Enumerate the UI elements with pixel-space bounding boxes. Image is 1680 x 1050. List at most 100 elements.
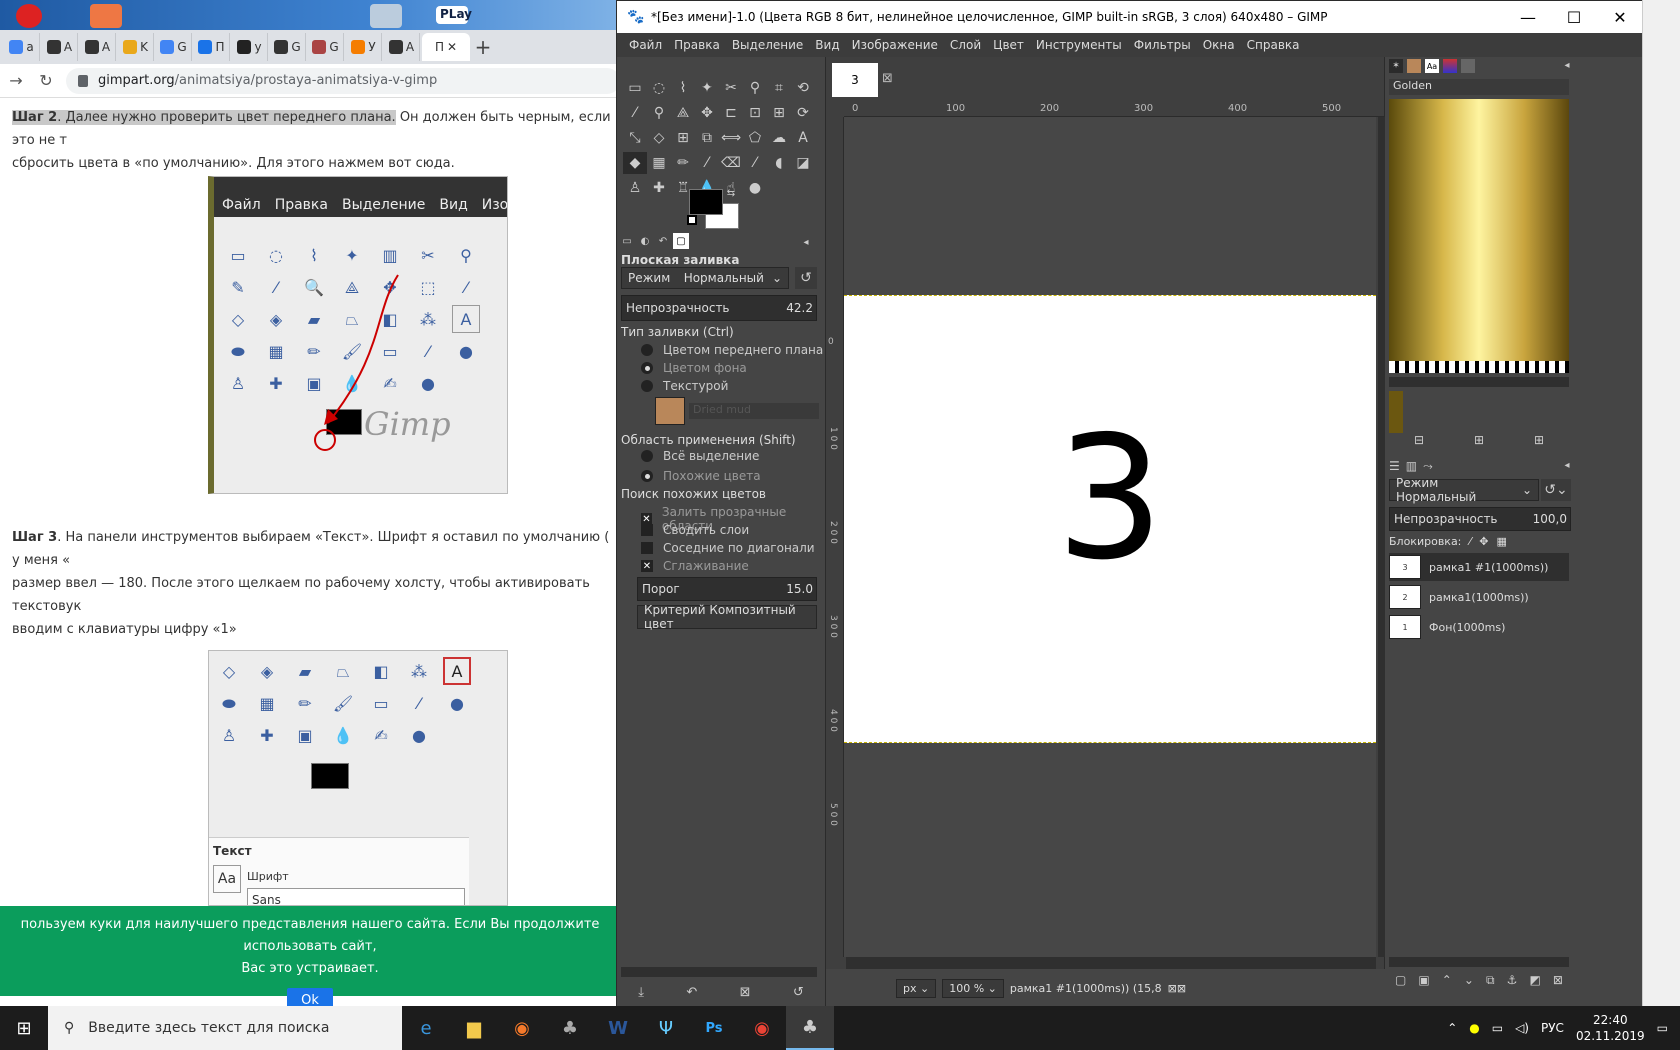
undo-history-icon[interactable]: ↶ [655,233,671,249]
panel-menu-icon[interactable]: ◂ [1561,59,1573,71]
foreground-select-icon[interactable]: ⚲ [743,77,767,99]
app-icon[interactable] [16,4,42,28]
close-icon[interactable]: ✕ [447,40,457,54]
bucket-fill-icon[interactable]: ◆ [623,152,647,174]
text-icon[interactable]: A [791,127,815,149]
gradient-stops[interactable] [1389,361,1569,373]
unit-combo[interactable]: px ⌄ [896,978,937,998]
layer-opacity-slider[interactable]: Непрозрачность 100,0 [1389,507,1571,531]
browser-tab[interactable]: У [346,33,382,61]
browser-tab[interactable]: K [118,33,154,61]
gradient-icon[interactable]: ▦ [647,152,671,174]
crop-icon[interactable]: ⌗ [767,77,791,99]
layers-scrollbar[interactable] [1389,957,1569,967]
chrome-icon[interactable]: ◉ [738,1006,786,1050]
lock-pixels-icon[interactable]: ⁄ [1469,535,1471,548]
transform-icon[interactable]: ⟲ [791,77,815,99]
foreground-color-front[interactable] [689,189,723,215]
fill-pattern-radio[interactable]: Текстурой [641,379,728,393]
browser-tab[interactable]: A [384,33,420,61]
cancel-icon[interactable]: ⊠⊠ [1168,982,1186,995]
restore-options-icon[interactable]: ↶ [686,985,697,1000]
swap-colors-icon[interactable]: ⇆ [725,187,737,199]
shear-icon[interactable]: ◇ [647,127,671,149]
mask-layer-icon[interactable]: ◩ [1529,973,1540,988]
menu-colors[interactable]: Цвет [987,38,1030,52]
images-tab-icon[interactable]: ▢ [673,233,689,249]
browser-tab-active[interactable]: П ✕ [422,33,470,61]
layer-row[interactable]: 2 рамка1(1000ms)) [1389,583,1569,611]
new-group-icon[interactable]: ▣ [1418,973,1429,988]
reset-layer-mode-icon[interactable]: ↺⌄ [1541,479,1571,501]
explorer-icon[interactable]: ▆ [450,1006,498,1050]
menu-layer[interactable]: Слой [944,38,987,52]
taskbar-search[interactable]: ⚲ Введите здесь текст для поиска [48,1006,402,1050]
warp-icon[interactable]: ☁ [767,127,791,149]
reload-icon[interactable]: ↻ [36,71,56,90]
area-similar-radio[interactable]: Похожие цвета [641,469,761,483]
device-status-icon[interactable]: ◐ [637,233,653,249]
duplicate-layer-icon[interactable]: ⧉ [1486,973,1495,988]
mode-combo[interactable]: Режим Нормальный ⌄ [621,267,789,289]
lock-alpha-icon[interactable]: ▦ [1496,535,1506,548]
minus-icon[interactable]: ⊟ [1414,433,1424,447]
move-icon[interactable]: ✥ [695,102,719,124]
gradient-preview[interactable] [1389,99,1569,361]
default-colors-icon[interactable] [687,215,697,225]
app-icon[interactable] [370,4,402,28]
palettes-tab-icon[interactable] [1443,59,1457,73]
volume-icon[interactable]: ◁) [1515,1021,1529,1035]
rotate-icon[interactable]: ⟳ [791,102,815,124]
fuzzy-select-icon[interactable]: ✦ [695,77,719,99]
close-icon[interactable]: ✕ [1597,8,1643,27]
unified-transform-icon[interactable]: ⊞ [767,102,791,124]
network-icon[interactable]: ▭ [1492,1021,1503,1035]
expand-icon[interactable]: ⊞ [1534,433,1544,447]
browser-tab[interactable]: A [42,33,78,61]
plus-icon[interactable]: ⊞ [1474,433,1484,447]
rect-select-icon[interactable]: ▭ [623,77,647,99]
heal-icon[interactable]: ✚ [647,177,671,199]
flip-icon[interactable]: ⟺ [719,127,743,149]
anchor-layer-icon[interactable]: ⚓ [1507,973,1518,988]
tool-options-tab-icon[interactable]: ▭ [619,233,635,249]
paths-tab-icon[interactable]: ⤳ [1423,459,1433,474]
patterns-tab-icon[interactable] [1407,59,1421,73]
menu-edit[interactable]: Правка [668,38,726,52]
diagonal-checkbox[interactable]: Соседние по диагонали [641,541,815,555]
align-icon[interactable]: ⊏ [719,102,743,124]
menu-view[interactable]: Вид [809,38,845,52]
gradient-scrollbar[interactable] [1389,377,1569,387]
menu-help[interactable]: Справка [1241,38,1306,52]
delete-options-icon[interactable]: ⊠ [740,985,751,1000]
clone-icon[interactable]: ♙ [623,177,647,199]
reset-options-icon[interactable]: ↺ [793,985,804,1000]
paintbrush-icon[interactable]: ⁄ [695,152,719,174]
pattern-preview[interactable] [655,397,685,425]
word-icon[interactable]: W [594,1006,642,1050]
layer-mode-combo[interactable]: Режим Нормальный ⌄ [1389,476,1539,504]
raise-layer-icon[interactable]: ⌃ [1442,973,1452,988]
browser-tab[interactable]: у [232,33,268,61]
new-layer-icon[interactable]: ▢ [1395,973,1406,988]
windows-start-icon[interactable]: ⊞ [0,1018,48,1039]
language-indicator[interactable]: РУС [1541,1021,1564,1035]
layer-row[interactable]: 1 Фон(1000ms) [1389,613,1569,641]
brushes-tab-icon[interactable]: ✶ [1389,59,1403,73]
crop-tool-icon[interactable]: ⊡ [743,102,767,124]
back-arrow-icon[interactable]: → [6,71,26,90]
measure-icon[interactable]: ⟁ [671,102,695,124]
image-canvas[interactable]: 3 [844,295,1376,743]
gradients-tab-icon[interactable] [1461,59,1475,73]
zoom-icon[interactable]: ⚲ [647,102,671,124]
maximize-icon[interactable]: ☐ [1551,8,1597,27]
browser-tab[interactable]: a [4,33,40,61]
lock-position-icon[interactable]: ✥ [1479,535,1488,548]
browser-tab[interactable]: G [308,33,344,61]
area-all-radio[interactable]: Всё выделение [641,449,759,463]
gimp-taskbar-icon[interactable]: ♣ [546,1006,594,1050]
ellipse-select-icon[interactable]: ◌ [647,77,671,99]
reset-mode-icon[interactable]: ↺ [795,267,817,289]
perspective-icon[interactable]: ⊞ [671,127,695,149]
browser-tab[interactable]: G [270,33,306,61]
